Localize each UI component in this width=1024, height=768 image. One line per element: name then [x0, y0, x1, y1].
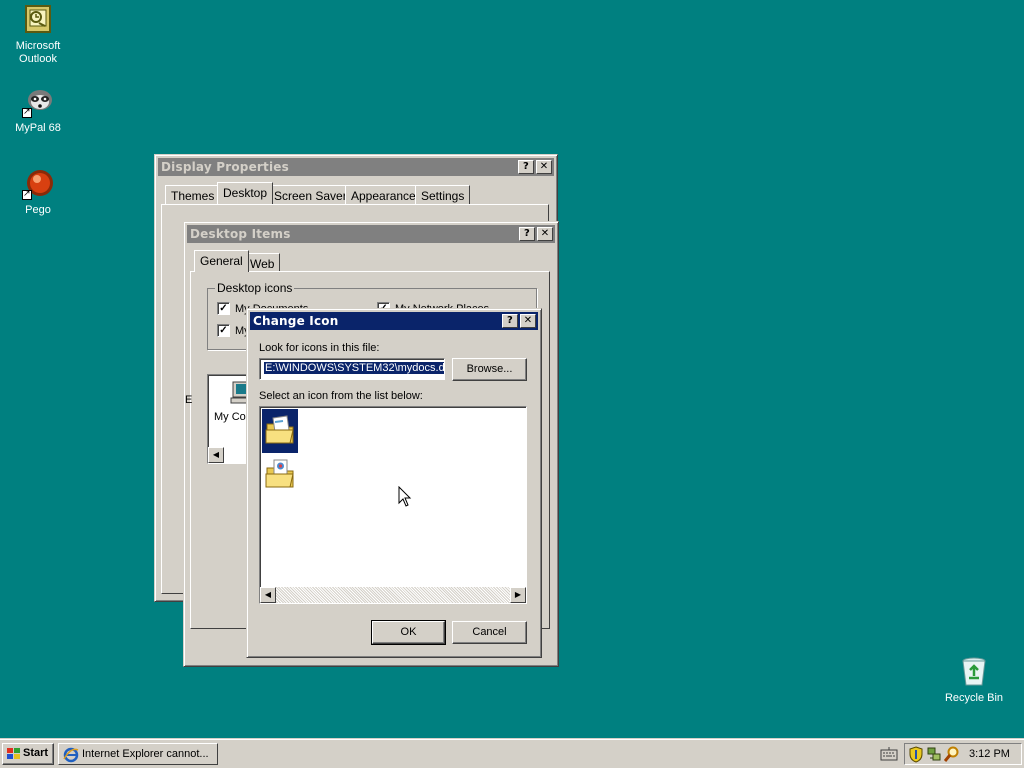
list-item-label[interactable]: My Co	[214, 411, 246, 423]
side-label: E	[185, 394, 193, 406]
folder-picture-icon	[265, 458, 295, 493]
tab-general[interactable]: General	[194, 250, 249, 272]
desktop-icon-label: Microsoft Outlook	[15, 40, 61, 65]
tab-settings[interactable]: Settings	[415, 185, 471, 205]
desktop-icon-outlook[interactable]: Microsoft Outlook	[0, 4, 76, 66]
tab-screen-saver[interactable]: Screen Saver	[268, 185, 353, 205]
scroll-right-button[interactable]: ▶	[510, 587, 526, 603]
group-label: Desktop icons	[215, 281, 295, 295]
system-tray: 3:12 PM	[904, 743, 1022, 765]
file-label: Look for icons in this file:	[259, 342, 380, 354]
scroll-left-button[interactable]: ◀	[260, 587, 276, 603]
internet-explorer-icon	[63, 747, 79, 766]
task-label: Internet Explorer cannot...	[82, 748, 209, 760]
search-icon[interactable]	[943, 746, 960, 766]
help-button[interactable]: ?	[502, 314, 518, 328]
help-button[interactable]: ?	[519, 227, 535, 241]
list-label: Select an icon from the list below:	[259, 390, 423, 402]
icon-list-item[interactable]	[262, 455, 298, 495]
help-button[interactable]: ?	[518, 160, 534, 174]
mouse-cursor-icon	[398, 485, 412, 511]
icon-file-value: E:\WINDOWS\SYSTEM32\mydocs.dll	[264, 362, 444, 374]
desktop-icon-pego[interactable]: Pego	[0, 168, 76, 217]
checkbox-my-documents[interactable]: ✓	[217, 302, 230, 315]
ok-button[interactable]: OK	[371, 620, 446, 645]
scroll-left-button[interactable]: ◀	[208, 447, 224, 463]
shortcut-arrow-icon	[22, 187, 32, 200]
tab-appearance[interactable]: Appearance	[345, 185, 422, 205]
checkbox-my-computer[interactable]: ✓	[217, 324, 230, 337]
title-bar[interactable]: Display Properties ? ✕	[158, 158, 554, 176]
desktop-icon-label: Pego	[25, 204, 51, 216]
recycle-bin-icon	[958, 656, 990, 688]
shortcut-arrow-icon	[22, 105, 32, 118]
window-title: Desktop Items	[190, 227, 291, 241]
windows-logo-icon	[6, 747, 21, 768]
close-button[interactable]: ✕	[520, 314, 536, 328]
horizontal-scrollbar[interactable]: ◀ ▶	[260, 587, 526, 603]
window-title: Display Properties	[161, 160, 289, 174]
taskbar: Start Internet Explorer cannot... 3:12 P…	[0, 738, 1024, 768]
desktop-icon-label: MyPal 68	[15, 122, 61, 134]
tab-web[interactable]: Web	[244, 253, 281, 273]
tab-desktop[interactable]: Desktop	[217, 182, 274, 204]
close-button[interactable]: ✕	[536, 160, 552, 174]
start-label: Start	[23, 747, 49, 759]
clock[interactable]: 3:12 PM	[969, 748, 1010, 760]
pego-icon	[22, 168, 54, 200]
mypal-icon	[22, 86, 54, 118]
network-icon[interactable]	[926, 746, 942, 766]
dialog-title: Change Icon	[253, 314, 339, 328]
icon-file-input[interactable]: E:\WINDOWS\SYSTEM32\mydocs.dll	[259, 358, 445, 380]
title-bar[interactable]: Desktop Items ? ✕	[187, 225, 555, 243]
close-button[interactable]: ✕	[537, 227, 553, 241]
desktop-icon-label: Recycle Bin	[944, 692, 1004, 704]
outlook-icon	[22, 4, 54, 36]
desktop-icon-recycle-bin[interactable]: Recycle Bin	[936, 656, 1012, 705]
folder-open-icon	[265, 414, 295, 449]
cancel-button[interactable]: Cancel	[452, 621, 527, 644]
security-shield-icon[interactable]	[908, 746, 924, 766]
browse-button[interactable]: Browse...	[452, 358, 527, 381]
start-button[interactable]: Start	[2, 743, 54, 765]
taskbar-task-internet-explorer[interactable]: Internet Explorer cannot...	[58, 743, 218, 765]
tab-themes[interactable]: Themes	[165, 185, 221, 205]
desktop-icon-mypal[interactable]: MyPal 68	[0, 86, 76, 135]
change-icon-dialog[interactable]: Change Icon ? ✕ Look for icons in this f…	[246, 308, 542, 658]
icon-list[interactable]: ◀ ▶	[259, 406, 527, 604]
icon-list-item-selected[interactable]	[262, 409, 298, 453]
title-bar[interactable]: Change Icon ? ✕	[250, 312, 538, 330]
keyboard-icon[interactable]	[880, 747, 898, 764]
